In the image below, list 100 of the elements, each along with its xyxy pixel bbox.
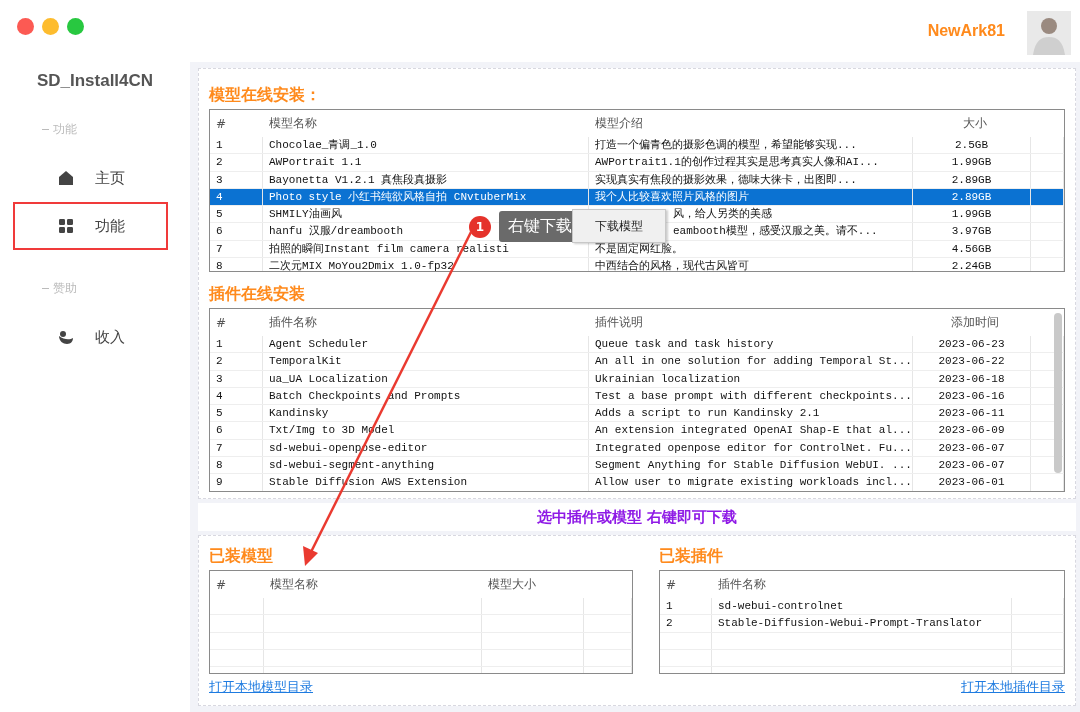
table-cell: 8 xyxy=(216,459,223,472)
table-cell: Adds a script to run Kandinsky 2.1 xyxy=(595,407,820,420)
minimize-button[interactable] xyxy=(42,18,59,35)
table-cell: 1.99GB xyxy=(951,156,992,169)
nav-item[interactable]: 功能 xyxy=(13,202,168,250)
table-cell: Kandinsky xyxy=(269,407,329,420)
table-cell: 打造一个偏青色的摄影色调的模型，希望能够实现... xyxy=(595,139,857,151)
table-row[interactable]: 2 AWPortrait 1.1 AWPortrait1.1的创作过程其实是思考真实人像和AI... 1.99GB xyxy=(210,154,1064,172)
table-cell: 2023-06-23 xyxy=(938,338,1005,350)
table-cell: 实现真实有焦段的摄影效果，德味大徕卡，出图即... xyxy=(595,173,857,186)
table-cell: 2023-06-01 xyxy=(938,476,1005,489)
section-title: 已装插件 xyxy=(659,546,724,567)
table-cell: 7 xyxy=(216,441,223,454)
table-cell: Photo style 小红书纯欲风格自拍 CNvtuberMix xyxy=(269,190,527,203)
table-cell: 4 xyxy=(216,389,223,402)
table-cell: 8 xyxy=(216,260,223,271)
close-button[interactable] xyxy=(17,18,34,35)
section-title: 已装模型 xyxy=(209,546,274,567)
column-header: # xyxy=(215,116,228,131)
column-header: 大小 xyxy=(962,115,988,132)
table-cell: Chocolae_青调_1.0 xyxy=(269,139,377,151)
table-cell: sd-webui-controlnet xyxy=(718,600,844,612)
table-cell: hanfu 汉服/dreambooth xyxy=(269,225,404,238)
table-cell: 不是固定网红脸。 xyxy=(595,242,683,255)
table-row[interactable]: 2 Stable-Diffusion-Webui-Prompt-Translator xyxy=(660,615,1064,633)
table-cell: SHMILY油画风 xyxy=(269,208,342,221)
nav-item[interactable]: 主页 xyxy=(13,154,168,202)
app-title: SD_Install4CN xyxy=(35,71,155,91)
table-cell: 2023-06-16 xyxy=(938,389,1005,402)
table-cell: 2023-06-07 xyxy=(938,459,1005,472)
open-folder-link[interactable]: 打开本地模型目录 xyxy=(209,678,313,696)
table-cell: 2 xyxy=(216,355,223,368)
table-cell: 3.97GB xyxy=(951,225,992,238)
column-header: 添加时间 xyxy=(950,314,1000,331)
table-cell: AWPortrait1.1的创作过程其实是思考真实人像和AI... xyxy=(595,156,879,169)
table-cell: 5 xyxy=(216,407,223,420)
table-cell: An all in one solution for adding Temporal St... xyxy=(595,355,912,368)
section-heading: 功能 xyxy=(53,121,77,138)
table-cell: 9 xyxy=(216,476,223,489)
section-title: 模型在线安装： xyxy=(209,85,322,106)
table-cell: 二次元MIX MoYou2Dmix 1.0-fp32 xyxy=(269,260,454,271)
table-cell: Stable-Diffusion-Webui-Prompt-Translator xyxy=(718,617,983,630)
table-cell: 7 xyxy=(216,242,223,255)
table-cell: 3 xyxy=(216,173,223,186)
table-cell: 1 xyxy=(666,600,673,612)
table-row[interactable]: 8 二次元MIX MoYou2Dmix 1.0-fp32 中西结合的风格，现代古风皆可 2.24GB xyxy=(210,258,1064,271)
table-cell: Segment Anything for Stable Diffusion WebUI. ... xyxy=(595,459,912,472)
column-header: # xyxy=(665,577,678,592)
table-row[interactable]: 1 Chocolae_青调_1.0 打造一个偏青色的摄影色调的模型，希望能够实现... 2.5GB xyxy=(210,137,1064,155)
column-header: # xyxy=(215,315,228,330)
user-name: NewArk81 xyxy=(927,22,1005,40)
table-cell: 2.5GB xyxy=(955,139,988,151)
table-cell: 1.99GB xyxy=(951,208,992,221)
table-cell: Queue task and task history xyxy=(595,338,774,350)
table-cell: 6 xyxy=(216,225,223,238)
table-cell: 2 xyxy=(666,617,673,630)
table-cell: Bayonetta V1.2.1 真焦段真摄影 xyxy=(269,173,448,186)
column-header: 模型大小 xyxy=(487,576,537,593)
table-row[interactable]: 3 Bayonetta V1.2.1 真焦段真摄影 实现真实有焦段的摄影效果，德味大徕卡，出图即... 2.89GB xyxy=(210,171,1064,189)
table-cell: 中西结合的风格，现代古风皆可 xyxy=(595,260,749,271)
column-header: 插件名称 xyxy=(717,576,767,593)
table-cell: 2023-06-09 xyxy=(938,424,1005,437)
table-cell: 1 xyxy=(216,338,223,350)
table-cell: 2023-06-22 xyxy=(938,355,1005,368)
section-title: 插件在线安装 xyxy=(209,284,306,305)
section-heading: 赞助 xyxy=(53,280,77,297)
maximize-button[interactable] xyxy=(67,18,84,35)
home-icon xyxy=(58,170,74,186)
column-header: # xyxy=(215,577,228,592)
table-cell: Integrated openpose editor for ControlNet. Fu... xyxy=(595,441,912,454)
nav-item[interactable]: 收入 xyxy=(13,313,168,361)
column-header: 插件名称 xyxy=(268,314,318,331)
table-cell: eambooth模型，感受汉服之美。请不... xyxy=(673,225,878,238)
table-cell: 4 xyxy=(216,190,223,203)
column-header: 模型名称 xyxy=(268,115,318,132)
table-cell: 6 xyxy=(216,424,223,437)
bowl-icon xyxy=(58,329,74,345)
grid-icon xyxy=(58,218,74,234)
table-cell: 2.89GB xyxy=(951,173,992,186)
table-row[interactable]: 1 sd-webui-controlnet xyxy=(660,598,1064,616)
table-cell: 2.24GB xyxy=(951,260,992,271)
open-folder-link[interactable]: 打开本地插件目录 xyxy=(961,678,1065,696)
table-cell: 2.89GB xyxy=(951,190,992,203)
table-cell: TemporalKit xyxy=(269,355,342,368)
table-cell: 4.56GB xyxy=(951,242,992,255)
table-cell: Test a base prompt with different checkpoints... xyxy=(595,389,912,402)
column-header: 插件说明 xyxy=(594,314,644,331)
column-header: 模型介绍 xyxy=(594,115,644,132)
table-cell: 5 xyxy=(216,208,223,221)
table-cell: 2023-06-18 xyxy=(938,372,1005,385)
column-header: 模型名称 xyxy=(269,576,319,593)
table-cell: 2023-06-07 xyxy=(938,441,1005,454)
scrollbar[interactable] xyxy=(1054,313,1062,473)
table-cell: An extension integrated OpenAI Shap-E that al... xyxy=(595,424,912,437)
table-cell: 我个人比较喜欢照片风格的图片 xyxy=(595,190,749,203)
table-cell: 2023-06-11 xyxy=(938,407,1005,420)
avatar[interactable] xyxy=(1027,11,1071,55)
table-cell: Ukrainian localization xyxy=(595,372,741,385)
table-cell: 2 xyxy=(216,156,223,169)
table-cell: 风，给人另类的美感 xyxy=(673,208,772,221)
